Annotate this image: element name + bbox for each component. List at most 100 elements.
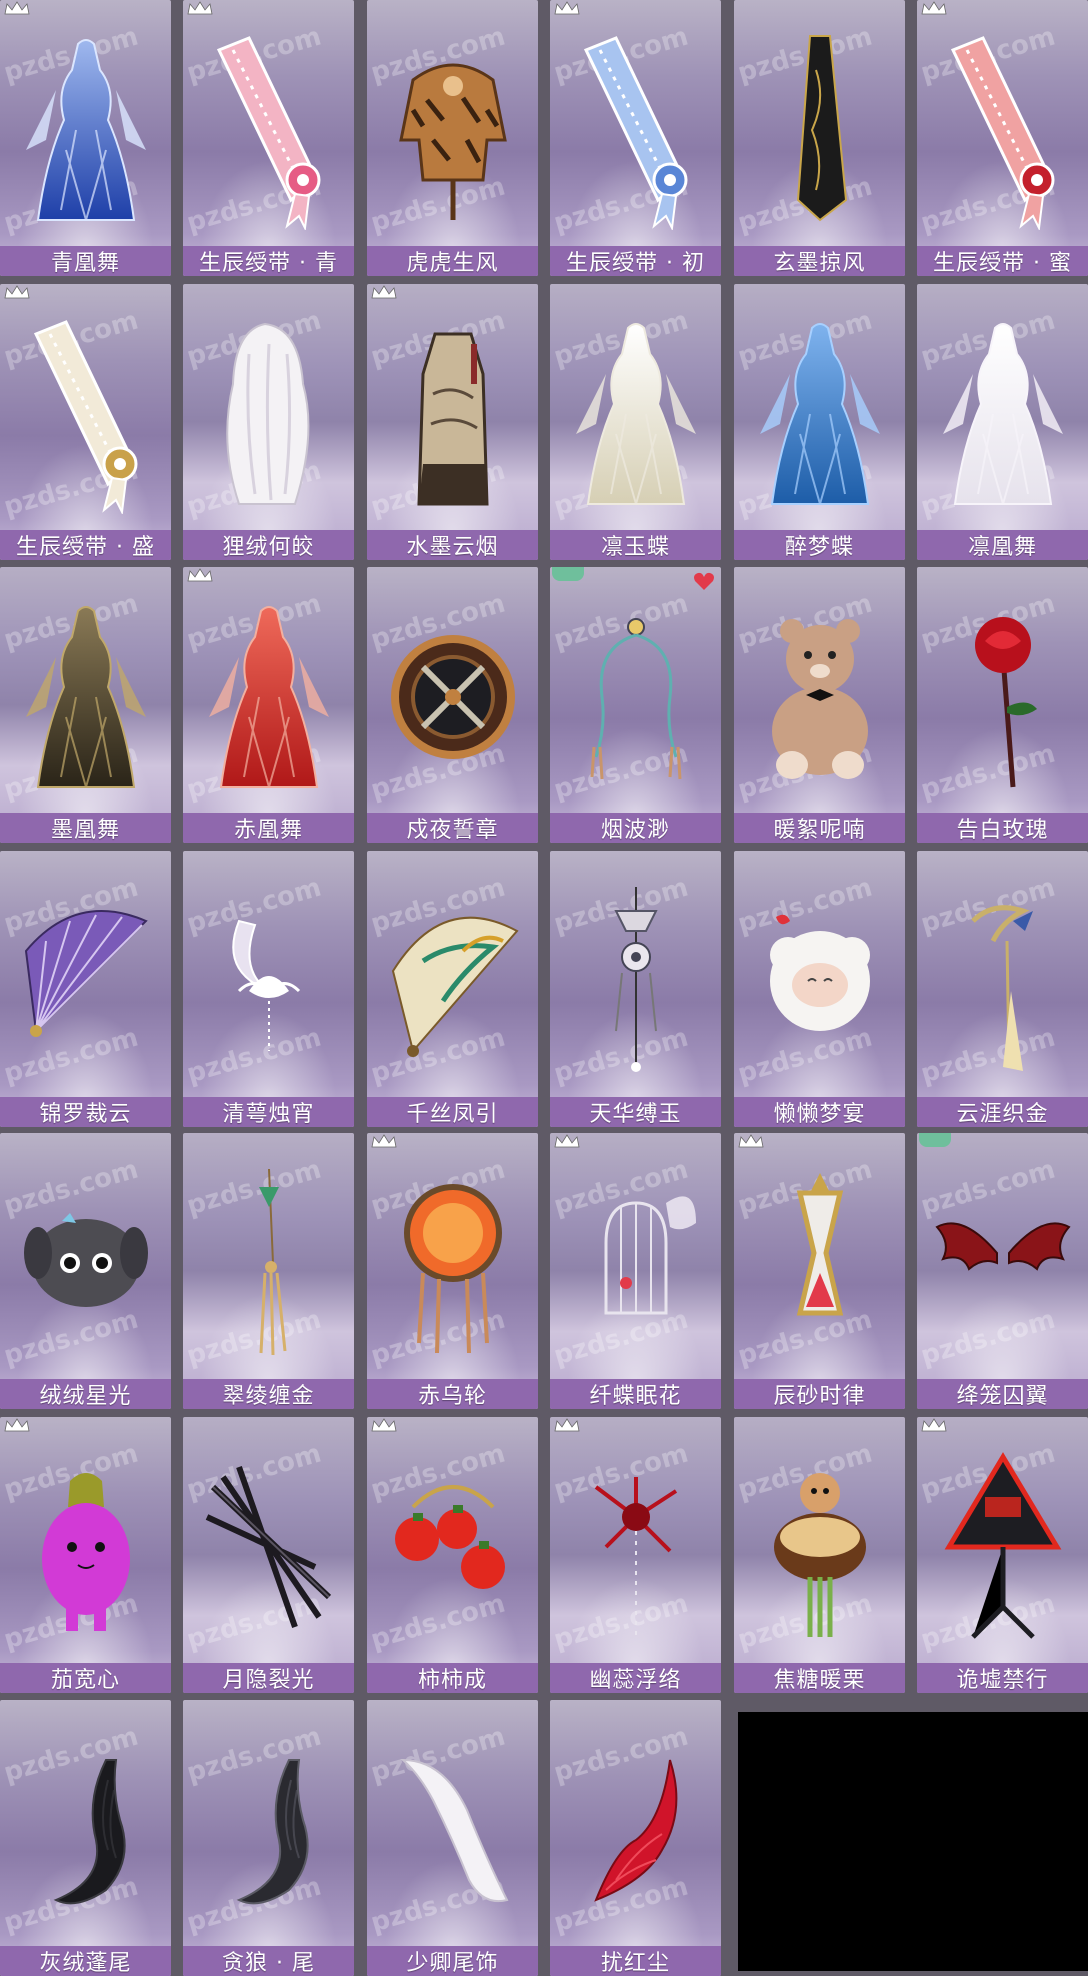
item-card[interactable]: pzds.com pzds.com 千丝凤引 (367, 851, 538, 1127)
item-card[interactable]: pzds.com pzds.com 懒懒梦宴 (734, 851, 905, 1127)
red-wings-icon (917, 1151, 1088, 1375)
item-name-bar: 凛玉蝶 (550, 530, 721, 560)
sun-wheel-icon (367, 1151, 538, 1375)
item-name: 柿柿成 (417, 1668, 487, 1693)
item-card[interactable]: pzds.com pzds.com 绛笼囚翼 (917, 1133, 1088, 1409)
item-name: 绛笼囚翼 (956, 1384, 1049, 1409)
item-name-bar: 绒绒星光 (0, 1379, 171, 1409)
item-card[interactable]: pzds.compzds.com 青凰舞 (0, 0, 171, 276)
item-card[interactable]: pzds.compzds.com赤乌轮 (367, 1133, 538, 1409)
blue-sash-icon (550, 18, 721, 242)
item-name: 赤凰舞 (233, 818, 303, 843)
item-card[interactable]: pzds.com pzds.com 戍夜誓章 (367, 567, 538, 843)
dark-phoenix-dress-icon (0, 585, 171, 809)
item-card[interactable]: pzds.com pzds.com 云涯织金 (917, 851, 1088, 1127)
item-name-bar: 天华缚玉 (550, 1097, 721, 1127)
item-name-bar: 醉梦蝶 (734, 530, 905, 560)
item-name-bar: 水墨云烟 (367, 530, 538, 560)
item-card[interactable]: pzds.com pzds.com 贪狼 · 尾 (183, 1700, 354, 1976)
item-card[interactable]: pzds.com pzds.com 辰砂时律 (734, 1133, 905, 1409)
crown-badge-icon (371, 284, 397, 299)
item-name: 赤乌轮 (417, 1384, 487, 1409)
item-card[interactable]: pzds.compzds.com 凛玉蝶 (550, 284, 721, 560)
item-card[interactable]: pzds.com pzds.com 虎虎生风 (367, 0, 538, 276)
teddy-bear-icon (734, 585, 905, 809)
item-name: 扰红尘 (600, 1951, 670, 1976)
item-name: 幽蕊浮络 (589, 1668, 682, 1693)
item-name-bar: 暖絮呢喃 (734, 813, 905, 843)
item-card[interactable]: pzds.compzds.com 凛凰舞 (917, 284, 1088, 560)
gold-hairpin-icon (917, 869, 1088, 1093)
new-badge-icon (919, 1133, 951, 1147)
item-name: 凛玉蝶 (600, 535, 670, 560)
item-card[interactable]: pzds.compzds.com玄墨掠风 (734, 0, 905, 276)
item-name-bar: 生辰绶带 · 盛 (0, 530, 171, 560)
sheep-plush-icon (734, 869, 905, 1093)
item-name: 告白玫瑰 (956, 818, 1049, 843)
item-name-bar: 翠绫缠金 (183, 1379, 354, 1409)
white-tail-icon (367, 1718, 538, 1942)
white-phoenix-dress-icon (917, 302, 1088, 526)
item-card[interactable]: pzds.compzds.com暖絮呢喃 (734, 567, 905, 843)
item-card[interactable]: pzds.compzds.com 生辰绶带 · 蜜 (917, 0, 1088, 276)
item-name-bar: 焦糖暖栗 (734, 1663, 905, 1693)
item-card[interactable]: pzds.compzds.com 赤凰舞 (183, 567, 354, 843)
tassel-ornament-icon (550, 585, 721, 809)
item-name: 生辰绶带 · 蜜 (933, 251, 1072, 276)
white-fur-cape-icon (183, 302, 354, 526)
warning-sign-icon (917, 1435, 1088, 1659)
item-card[interactable]: pzds.compzds.com 生辰绶带 · 青 (183, 0, 354, 276)
item-card[interactable]: pzds.com pzds.com 纤蝶眠花 (550, 1133, 721, 1409)
item-card[interactable]: pzds.com pzds.com 清萼烛宵 (183, 851, 354, 1127)
item-card[interactable]: pzds.com pzds.com 扰红尘 (550, 1700, 721, 1976)
item-name-bar: 诡墟禁行 (917, 1663, 1088, 1693)
red-spider-lily-icon (550, 1435, 721, 1659)
item-name: 锦罗裁云 (39, 1102, 132, 1127)
hamster-cake-icon (734, 1435, 905, 1659)
item-card[interactable]: pzds.compzds.com 醉梦蝶 (734, 284, 905, 560)
item-card[interactable]: pzds.com pzds.com 月隐裂光 (183, 1417, 354, 1693)
item-card[interactable]: pzds.compzds.com告白玫瑰 (917, 567, 1088, 843)
heart-icon (693, 571, 715, 591)
item-card[interactable]: pzds.compzds.com水墨云烟 (367, 284, 538, 560)
item-card[interactable]: pzds.com pzds.com 烟波渺 (550, 567, 721, 843)
item-name: 焦糖暖栗 (773, 1668, 866, 1693)
item-card[interactable]: pzds.compzds.com 墨凰舞 (0, 567, 171, 843)
crown-badge-icon (554, 1417, 580, 1432)
birdcage-butterfly-icon (550, 1151, 721, 1375)
item-name-bar: 烟波渺 (550, 813, 721, 843)
item-card[interactable]: pzds.com pzds.com 幽蕊浮络 (550, 1417, 721, 1693)
item-card[interactable]: pzds.com pzds.com 天华缚玉 (550, 851, 721, 1127)
item-card[interactable]: pzds.compzds.com诡墟禁行 (917, 1417, 1088, 1693)
item-name: 暖絮呢喃 (773, 818, 866, 843)
item-card[interactable]: pzds.com pzds.com 灰绒蓬尾 (0, 1700, 171, 1976)
item-name-bar: 幽蕊浮络 (550, 1663, 721, 1693)
item-name: 云涯织金 (956, 1102, 1049, 1127)
item-card[interactable]: pzds.compzds.com狸绒何皎 (183, 284, 354, 560)
item-name-bar: 赤乌轮 (367, 1379, 538, 1409)
item-card[interactable]: pzds.com pzds.com 锦罗裁云 (0, 851, 171, 1127)
purple-fan-icon (0, 869, 171, 1093)
item-card[interactable]: pzds.com pzds.com 少卿尾饰 (367, 1700, 538, 1976)
red-rose-icon (917, 585, 1088, 809)
item-card[interactable]: pzds.com pzds.com 焦糖暖栗 (734, 1417, 905, 1693)
item-card[interactable]: pzds.com pzds.com 绒绒星光 (0, 1133, 171, 1409)
item-name-bar: 柿柿成 (367, 1663, 538, 1693)
item-card[interactable]: pzds.compzds.com 生辰绶带 · 初 (550, 0, 721, 276)
item-name-bar: 贪狼 · 尾 (183, 1946, 354, 1976)
item-name: 玄墨掠风 (773, 251, 866, 276)
blue-butterfly-dress-icon (734, 302, 905, 526)
item-name: 绒绒星光 (39, 1384, 132, 1409)
item-name-bar: 纤蝶眠花 (550, 1379, 721, 1409)
item-name: 烟波渺 (600, 818, 670, 843)
item-name-bar: 虎虎生风 (367, 246, 538, 276)
item-name-bar: 生辰绶带 · 蜜 (917, 246, 1088, 276)
item-card[interactable]: pzds.com pzds.com 翠绫缠金 (183, 1133, 354, 1409)
item-card[interactable]: pzds.compzds.com茄宽心 (0, 1417, 171, 1693)
item-name-bar: 告白玫瑰 (917, 813, 1088, 843)
hourglass-icon (734, 1151, 905, 1375)
red-fox-tail-icon (550, 1718, 721, 1942)
item-card[interactable]: pzds.com pzds.com 柿柿成 (367, 1417, 538, 1693)
item-card[interactable]: pzds.compzds.com 生辰绶带 · 盛 (0, 284, 171, 560)
dark-blades-icon (183, 1435, 354, 1659)
